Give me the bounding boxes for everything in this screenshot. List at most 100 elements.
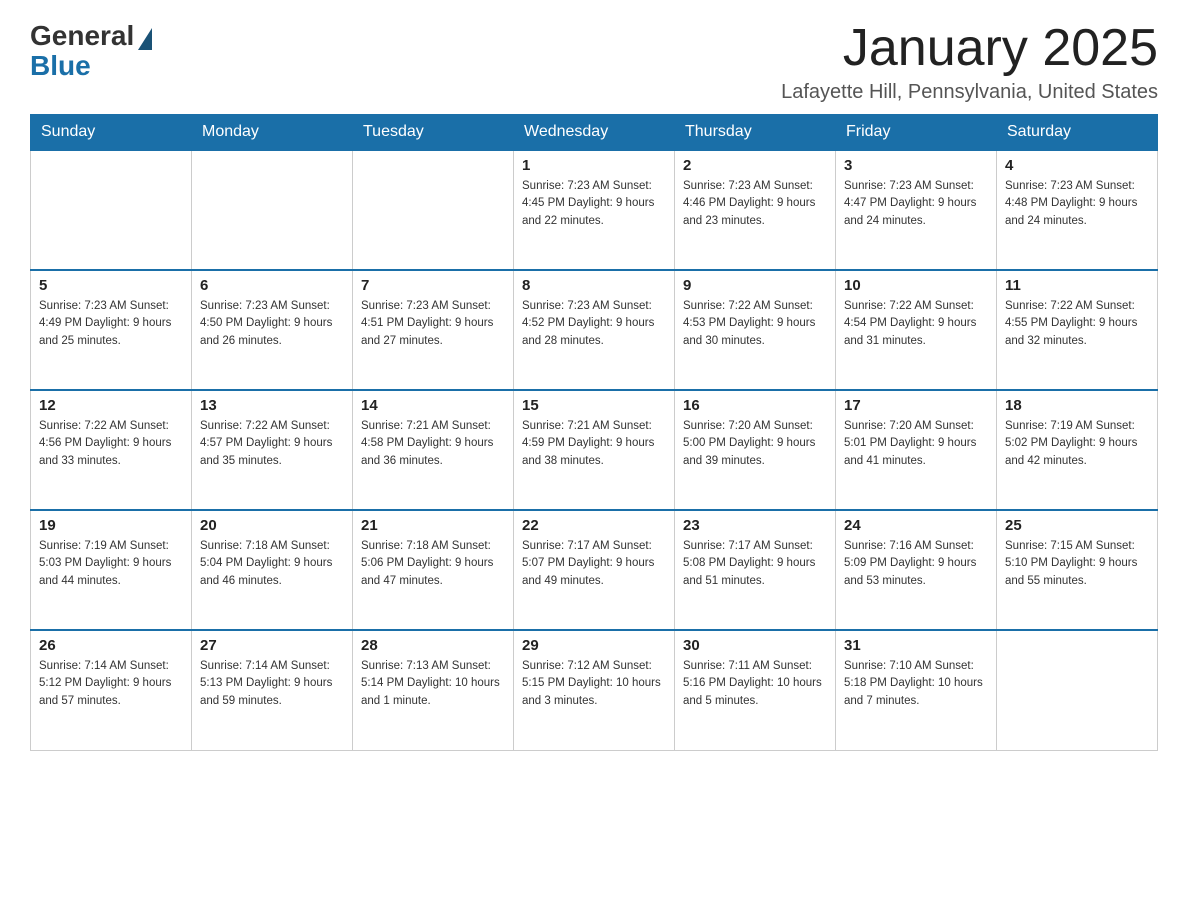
day-number: 15 <box>522 397 666 414</box>
calendar-cell <box>353 150 514 270</box>
day-number: 26 <box>39 637 183 654</box>
day-info: Sunrise: 7:20 AM Sunset: 5:00 PM Dayligh… <box>683 418 827 470</box>
day-number: 1 <box>522 157 666 174</box>
calendar-cell: 28 Sunrise: 7:13 AM Sunset: 5:14 PM Dayli… <box>353 630 514 750</box>
day-info: Sunrise: 7:20 AM Sunset: 5:01 PM Dayligh… <box>844 418 988 470</box>
calendar-week-row: 12 Sunrise: 7:22 AM Sunset: 4:56 PM Dayli… <box>31 390 1158 510</box>
day-number: 7 <box>361 277 505 294</box>
calendar-week-row: 1Sunrise: 7:23 AM Sunset: 4:45 PM Daylig… <box>31 150 1158 270</box>
day-info: Sunrise: 7:19 AM Sunset: 5:03 PM Dayligh… <box>39 538 183 590</box>
calendar-cell: 24Sunrise: 7:16 AM Sunset: 5:09 PM Dayli… <box>836 510 997 630</box>
day-number: 27 <box>200 637 344 654</box>
day-info: Sunrise: 7:14 AM Sunset: 5:13 PM Dayligh… <box>200 658 344 710</box>
calendar-cell: 12 Sunrise: 7:22 AM Sunset: 4:56 PM Dayli… <box>31 390 192 510</box>
day-info: Sunrise: 7:10 AM Sunset: 5:18 PM Dayligh… <box>844 658 988 710</box>
calendar-cell <box>31 150 192 270</box>
calendar-week-row: 5Sunrise: 7:23 AM Sunset: 4:49 PM Daylig… <box>31 270 1158 390</box>
day-info: Sunrise: 7:21 AM Sunset: 4:59 PM Dayligh… <box>522 418 666 470</box>
day-info: Sunrise: 7:23 AM Sunset: 4:50 PM Dayligh… <box>200 298 344 350</box>
day-number: 6 <box>200 277 344 294</box>
calendar-cell: 4 Sunrise: 7:23 AM Sunset: 4:48 PM Daylig… <box>997 150 1158 270</box>
calendar-cell <box>192 150 353 270</box>
calendar-cell: 22Sunrise: 7:17 AM Sunset: 5:07 PM Dayli… <box>514 510 675 630</box>
calendar-cell: 20Sunrise: 7:18 AM Sunset: 5:04 PM Dayli… <box>192 510 353 630</box>
day-number: 2 <box>683 157 827 174</box>
calendar-cell: 27 Sunrise: 7:14 AM Sunset: 5:13 PM Dayli… <box>192 630 353 750</box>
day-number: 25 <box>1005 517 1149 534</box>
title-section: January 2025 Lafayette Hill, Pennsylvani… <box>781 20 1158 104</box>
day-info: Sunrise: 7:23 AM Sunset: 4:52 PM Dayligh… <box>522 298 666 350</box>
day-of-week-header: Tuesday <box>353 115 514 151</box>
day-info: Sunrise: 7:12 AM Sunset: 5:15 PM Dayligh… <box>522 658 666 710</box>
day-number: 8 <box>522 277 666 294</box>
day-number: 13 <box>200 397 344 414</box>
day-number: 18 <box>1005 397 1149 414</box>
day-number: 19 <box>39 517 183 534</box>
calendar-week-row: 26 Sunrise: 7:14 AM Sunset: 5:12 PM Dayli… <box>31 630 1158 750</box>
day-number: 4 <box>1005 157 1149 174</box>
day-number: 12 <box>39 397 183 414</box>
calendar-cell: 15 Sunrise: 7:21 AM Sunset: 4:59 PM Dayli… <box>514 390 675 510</box>
day-number: 30 <box>683 637 827 654</box>
day-number: 29 <box>522 637 666 654</box>
day-of-week-header: Monday <box>192 115 353 151</box>
day-number: 10 <box>844 277 988 294</box>
day-info: Sunrise: 7:23 AM Sunset: 4:47 PM Dayligh… <box>844 178 988 230</box>
day-of-week-header: Friday <box>836 115 997 151</box>
calendar-cell: 3 Sunrise: 7:23 AM Sunset: 4:47 PM Daylig… <box>836 150 997 270</box>
calendar-cell: 19 Sunrise: 7:19 AM Sunset: 5:03 PM Dayli… <box>31 510 192 630</box>
day-info: Sunrise: 7:16 AM Sunset: 5:09 PM Dayligh… <box>844 538 988 590</box>
calendar-cell: 2 Sunrise: 7:23 AM Sunset: 4:46 PM Daylig… <box>675 150 836 270</box>
calendar-cell <box>997 630 1158 750</box>
day-number: 17 <box>844 397 988 414</box>
calendar-cell: 9Sunrise: 7:22 AM Sunset: 4:53 PM Daylig… <box>675 270 836 390</box>
day-info: Sunrise: 7:21 AM Sunset: 4:58 PM Dayligh… <box>361 418 505 470</box>
calendar-cell: 16 Sunrise: 7:20 AM Sunset: 5:00 PM Dayli… <box>675 390 836 510</box>
day-of-week-header: Saturday <box>997 115 1158 151</box>
calendar-cell: 23 Sunrise: 7:17 AM Sunset: 5:08 PM Dayli… <box>675 510 836 630</box>
calendar-cell: 26 Sunrise: 7:14 AM Sunset: 5:12 PM Dayli… <box>31 630 192 750</box>
calendar-cell: 21Sunrise: 7:18 AM Sunset: 5:06 PM Dayli… <box>353 510 514 630</box>
day-number: 3 <box>844 157 988 174</box>
day-info: Sunrise: 7:22 AM Sunset: 4:57 PM Dayligh… <box>200 418 344 470</box>
day-info: Sunrise: 7:18 AM Sunset: 5:04 PM Dayligh… <box>200 538 344 590</box>
day-number: 22 <box>522 517 666 534</box>
calendar-cell: 31 Sunrise: 7:10 AM Sunset: 5:18 PM Dayli… <box>836 630 997 750</box>
logo-general-text: General <box>30 20 134 52</box>
day-info: Sunrise: 7:23 AM Sunset: 4:49 PM Dayligh… <box>39 298 183 350</box>
day-number: 28 <box>361 637 505 654</box>
day-number: 9 <box>683 277 827 294</box>
day-info: Sunrise: 7:14 AM Sunset: 5:12 PM Dayligh… <box>39 658 183 710</box>
calendar-table: SundayMondayTuesdayWednesdayThursdayFrid… <box>30 114 1158 751</box>
day-info: Sunrise: 7:23 AM Sunset: 4:46 PM Dayligh… <box>683 178 827 230</box>
day-number: 21 <box>361 517 505 534</box>
logo-blue-text: Blue <box>30 50 91 82</box>
day-number: 31 <box>844 637 988 654</box>
day-of-week-header: Sunday <box>31 115 192 151</box>
day-number: 16 <box>683 397 827 414</box>
calendar-cell: 17 Sunrise: 7:20 AM Sunset: 5:01 PM Dayli… <box>836 390 997 510</box>
logo-triangle-icon <box>138 28 152 50</box>
calendar-cell: 6 Sunrise: 7:23 AM Sunset: 4:50 PM Daylig… <box>192 270 353 390</box>
day-number: 23 <box>683 517 827 534</box>
day-number: 11 <box>1005 277 1149 294</box>
day-info: Sunrise: 7:17 AM Sunset: 5:08 PM Dayligh… <box>683 538 827 590</box>
logo: General Blue <box>30 20 152 82</box>
day-info: Sunrise: 7:22 AM Sunset: 4:56 PM Dayligh… <box>39 418 183 470</box>
calendar-cell: 29 Sunrise: 7:12 AM Sunset: 5:15 PM Dayli… <box>514 630 675 750</box>
calendar-header-row: SundayMondayTuesdayWednesdayThursdayFrid… <box>31 115 1158 151</box>
day-info: Sunrise: 7:13 AM Sunset: 5:14 PM Dayligh… <box>361 658 505 710</box>
day-number: 14 <box>361 397 505 414</box>
calendar-cell: 13 Sunrise: 7:22 AM Sunset: 4:57 PM Dayli… <box>192 390 353 510</box>
day-of-week-header: Thursday <box>675 115 836 151</box>
calendar-cell: 11 Sunrise: 7:22 AM Sunset: 4:55 PM Dayli… <box>997 270 1158 390</box>
day-info: Sunrise: 7:23 AM Sunset: 4:48 PM Dayligh… <box>1005 178 1149 230</box>
calendar-cell: 30Sunrise: 7:11 AM Sunset: 5:16 PM Dayli… <box>675 630 836 750</box>
calendar-week-row: 19 Sunrise: 7:19 AM Sunset: 5:03 PM Dayli… <box>31 510 1158 630</box>
day-info: Sunrise: 7:19 AM Sunset: 5:02 PM Dayligh… <box>1005 418 1149 470</box>
page-header: General Blue January 2025 Lafayette Hill… <box>30 20 1158 104</box>
calendar-cell: 7Sunrise: 7:23 AM Sunset: 4:51 PM Daylig… <box>353 270 514 390</box>
calendar-cell: 18 Sunrise: 7:19 AM Sunset: 5:02 PM Dayli… <box>997 390 1158 510</box>
location-title: Lafayette Hill, Pennsylvania, United Sta… <box>781 81 1158 104</box>
day-info: Sunrise: 7:22 AM Sunset: 4:55 PM Dayligh… <box>1005 298 1149 350</box>
